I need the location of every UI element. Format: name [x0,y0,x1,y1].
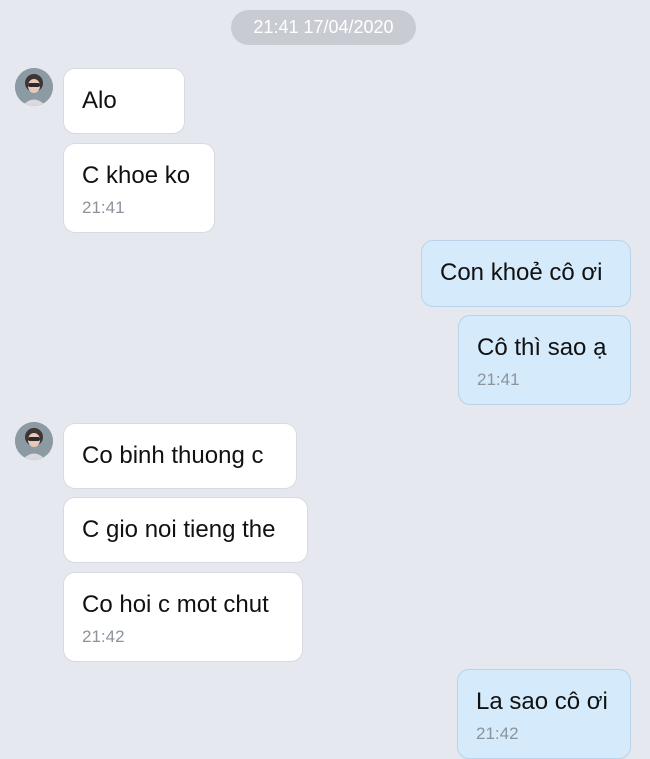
message-text: Cô thì sao ạ [477,334,607,361]
message-text: La sao cô ơi [476,688,608,715]
message-bubble-outgoing[interactable]: La sao cô ơi 21:42 [457,669,631,759]
message-bubble-incoming[interactable]: C gio noi tieng the [63,497,308,563]
message-text: C khoe ko [82,162,191,189]
message-bubble-outgoing[interactable]: Cô thì sao ạ 21:41 [458,315,631,405]
message-time: 21:42 [82,627,125,646]
message-text: Alo [82,87,117,114]
message-text: Co binh thuong c [82,442,264,469]
message-bubble-incoming[interactable]: C khoe ko 21:41 [63,143,215,233]
message-text: Con khoẻ cô ơi [440,259,603,286]
message-bubble-incoming[interactable]: Alo [63,68,185,134]
message-text: Co hoi c mot chut [82,591,269,618]
message-bubble-outgoing[interactable]: Con khoẻ cô ơi [421,240,631,307]
contact-avatar[interactable] [15,68,53,106]
date-separator: 21:41 17/04/2020 [231,10,416,45]
message-time: 21:41 [82,198,125,217]
message-bubble-incoming[interactable]: Co hoi c mot chut 21:42 [63,572,303,662]
message-text: C gio noi tieng the [82,516,276,543]
message-time: 21:42 [476,724,519,743]
message-bubble-incoming[interactable]: Co binh thuong c [63,423,297,489]
message-time: 21:41 [477,370,520,389]
contact-avatar[interactable] [15,422,53,460]
